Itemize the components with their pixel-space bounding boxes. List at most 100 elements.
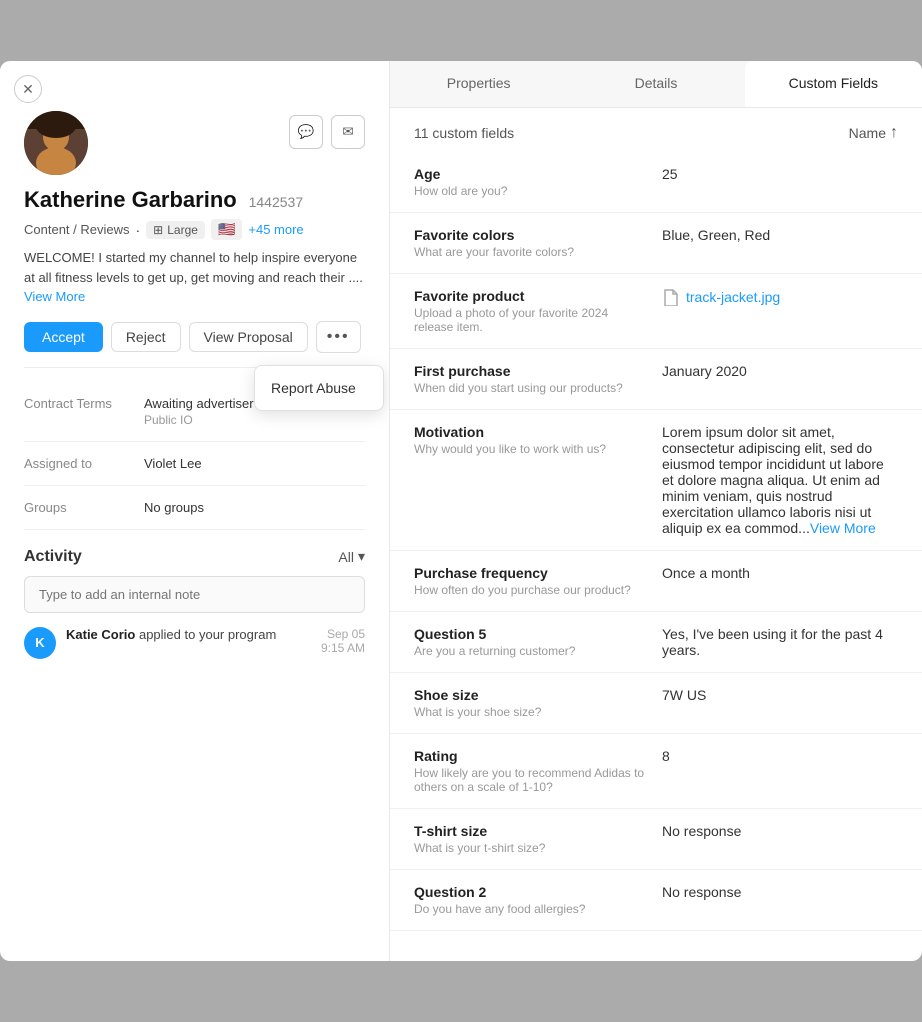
filter-label: All [338,549,354,565]
grid-icon: ⊞ [153,223,163,237]
field-desc-10: Do you have any food allergies? [414,902,650,916]
field-value-6: Yes, I've been using it for the past 4 y… [650,626,898,658]
avatar-image [24,111,88,175]
field-desc-9: What is your t-shirt size? [414,841,650,855]
field-info-4: Motivation Why would you like to work wit… [414,424,650,456]
field-desc-8: How likely are you to recommend Adidas t… [414,766,650,794]
more-tags-link[interactable]: +45 more [248,222,303,237]
field-info-7: Shoe sizeWhat is your shoe size? [414,687,650,719]
tag-category: Content / Reviews [24,222,130,237]
assigned-label: Assigned to [24,456,144,471]
field-view-more-4[interactable]: View More [810,520,876,536]
field-desc-0: How old are you? [414,184,650,198]
field-info-6: Question 5 Are you a returning customer? [414,626,650,658]
field-name-6: Question 5 [414,626,650,642]
groups-label: Groups [24,500,144,515]
bio-view-more[interactable]: View More [24,289,85,304]
field-desc-1: What are your favorite colors? [414,245,650,259]
field-info-0: Age How old are you? [414,166,650,198]
field-name-3: First purchase [414,363,650,379]
accept-button[interactable]: Accept [24,322,103,352]
field-name-1: Favorite colors [414,227,650,243]
activity-section: Activity All ▾ K Katie Corio applied to [24,548,365,659]
message-icon: 💬 [298,124,315,140]
activity-date: Sep 05 [321,627,365,641]
sort-label: Name [849,125,886,141]
report-abuse-item[interactable]: Report Abuse [255,372,383,404]
assigned-value: Violet Lee [144,456,202,471]
contract-sub: Public IO [144,413,307,427]
field-desc-3: When did you start using our products? [414,381,650,395]
more-button[interactable]: ••• [316,321,361,353]
field-row: Rating How likely are you to recommend Ad… [390,734,922,809]
field-row: T-shirt sizeWhat is your t-shirt size?No… [390,809,922,870]
field-value-7: 7W US [650,687,898,703]
custom-fields-count: 11 custom fields [414,125,514,141]
size-badge: ⊞ Large [146,221,205,239]
field-info-9: T-shirt size What is your t-shirt size? [414,823,650,855]
view-proposal-button[interactable]: View Proposal [189,322,308,352]
reject-button[interactable]: Reject [111,322,181,352]
tab-custom-fields[interactable]: Custom Fields [745,61,922,107]
field-info-8: Rating How likely are you to recommend Ad… [414,748,650,794]
field-row: Favorite colors What are your favorite co… [390,213,922,274]
activity-content: Katie Corio applied to your program [66,627,311,642]
profile-name-section: Katherine Garbarino 1442537 [24,187,365,213]
field-row: First purchase When did you start using o… [390,349,922,410]
field-row: Shoe sizeWhat is your shoe size?7W US [390,673,922,734]
field-name-10: Question 2 [414,884,650,900]
assigned-row: Assigned to Violet Lee [24,442,365,486]
email-icon: ✉ [342,124,353,140]
email-button[interactable]: ✉ [331,115,365,149]
activity-text: Katie Corio applied to your program [66,627,311,642]
field-desc-4: Why would you like to work with us? [414,442,650,456]
field-name-0: Age [414,166,650,182]
tab-custom-fields-label: Custom Fields [789,75,878,91]
field-row: Motivation Why would you like to work wit… [390,410,922,551]
action-buttons: Accept Reject View Proposal ••• Report A… [24,321,365,353]
field-row: Favorite productUpload a photo of your f… [390,274,922,349]
flag-badge: 🇺🇸 [211,219,242,240]
flag-icon: 🇺🇸 [218,221,235,238]
field-desc-2: Upload a photo of your favorite 2024 rel… [414,306,650,334]
field-name-5: Purchase frequency [414,565,650,581]
activity-user-name: Katie Corio [66,627,135,642]
field-desc-5: How often do you purchase our product? [414,583,650,597]
field-desc-6: Are you a returning customer? [414,644,650,658]
field-info-3: First purchase When did you start using o… [414,363,650,395]
field-name-9: T-shirt size [414,823,650,839]
tabs: Properties Details Custom Fields [390,61,922,108]
field-value-0: 25 [650,166,898,182]
sort-button[interactable]: Name ↑ [849,124,898,142]
close-button[interactable]: ✕ [14,75,42,103]
note-input[interactable] [24,576,365,613]
custom-fields-header: 11 custom fields Name ↑ [390,108,922,152]
tab-details-label: Details [635,75,678,91]
field-name-7: Shoe size [414,687,650,703]
field-row: Age How old are you?25 [390,152,922,213]
activity-avatar: K [24,627,56,659]
header-actions: 💬 ✉ [289,115,365,149]
file-link-2[interactable]: track-jacket.jpg [662,288,898,306]
field-name-4: Motivation [414,424,650,440]
field-row: Question 5 Are you a returning customer?Y… [390,612,922,673]
tab-properties[interactable]: Properties [390,61,567,107]
groups-row: Groups No groups [24,486,365,530]
right-panel: Properties Details Custom Fields 11 cust… [390,61,922,961]
activity-title: Activity [24,548,82,566]
sort-arrow-icon: ↑ [890,124,898,142]
profile-header: 💬 ✉ [24,111,365,175]
activity-hour: 9:15 AM [321,641,365,655]
field-info-2: Favorite productUpload a photo of your f… [414,288,650,334]
activity-time: Sep 05 9:15 AM [321,627,365,655]
profile-tags: Content / Reviews · ⊞ Large 🇺🇸 +45 more [24,219,365,240]
field-name-8: Rating [414,748,650,764]
tab-details[interactable]: Details [567,61,744,107]
message-button[interactable]: 💬 [289,115,323,149]
field-value-1: Blue, Green, Red [650,227,898,243]
activity-header: Activity All ▾ [24,548,365,566]
size-label: Large [167,223,198,237]
activity-filter[interactable]: All ▾ [338,548,365,565]
field-value-2: track-jacket.jpg [650,288,898,306]
activity-item: K Katie Corio applied to your program Se… [24,627,365,659]
